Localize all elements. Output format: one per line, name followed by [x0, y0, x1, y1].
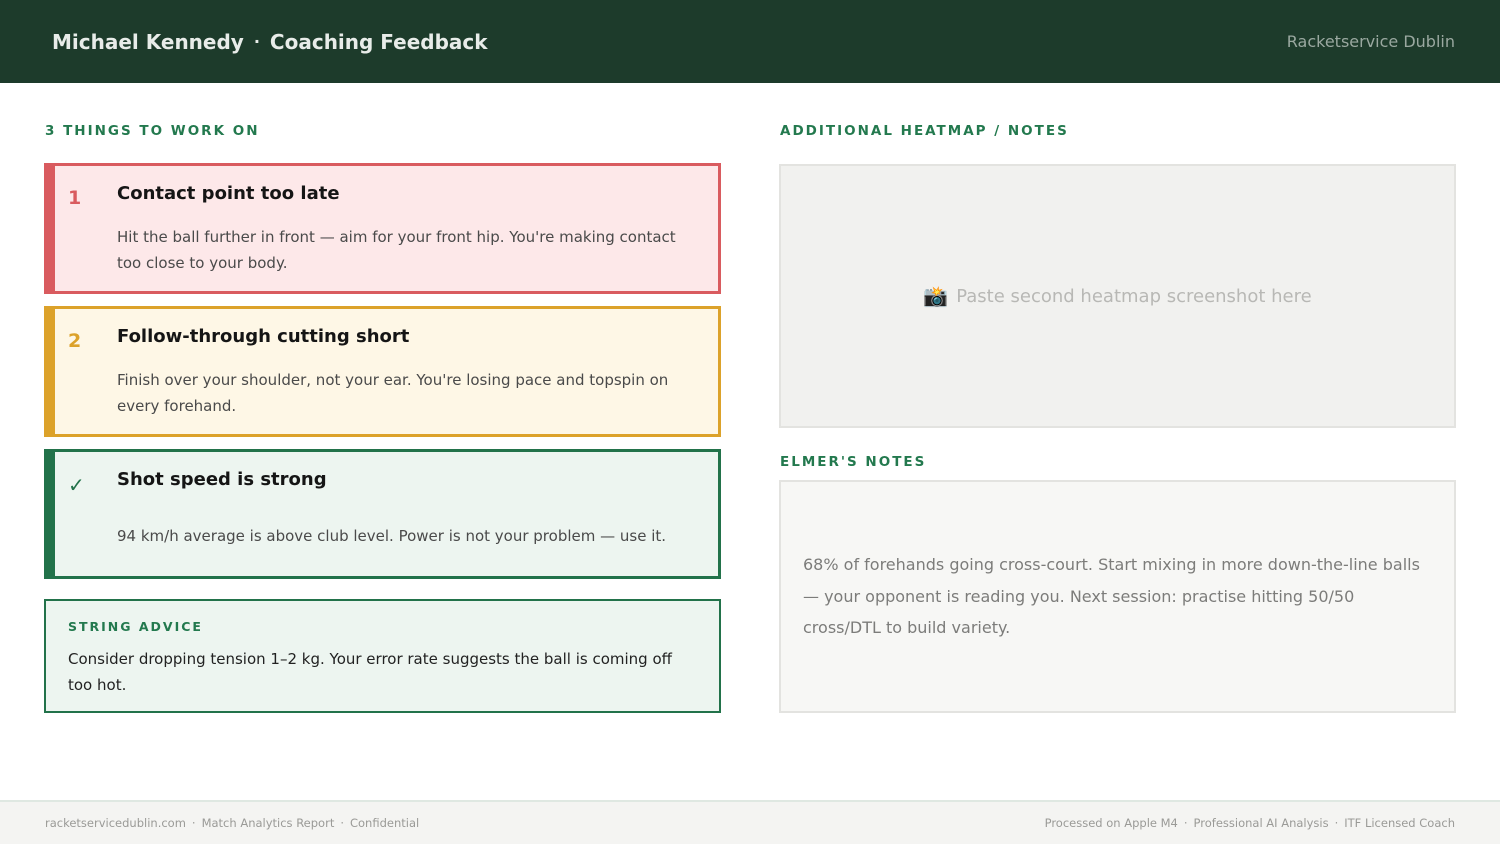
string-advice-box: STRING ADVICE Consider dropping tension … [44, 599, 721, 713]
checkmark-icon: ✓ [68, 473, 85, 497]
coach-notes-text: 68% of forehands going cross-court. Star… [803, 555, 1420, 638]
header-title: Michael Kennedy · Coaching Feedback [52, 30, 488, 54]
card-description: Hit the ball further in front — aim for … [117, 228, 676, 272]
player-name: Michael Kennedy [52, 29, 244, 54]
card-title: Shot speed is strong [117, 469, 327, 490]
card-title: Follow-through cutting short [117, 326, 410, 347]
card-description: 94 km/h average is above club level. Pow… [117, 527, 667, 545]
footer-right: Processed on Apple M4 · Professional AI … [1045, 816, 1455, 830]
footer-coach: ITF Licensed Coach [1344, 816, 1455, 830]
string-advice-text: Consider dropping tension 1–2 kg. Your e… [68, 650, 672, 694]
footer-separator: · [340, 816, 344, 830]
card-description: Finish over your shoulder, not your ear.… [117, 371, 669, 415]
app-header: Michael Kennedy · Coaching Feedback Rack… [0, 0, 1500, 83]
feedback-card-2: 2 Follow-through cutting short Finish ov… [44, 306, 721, 437]
feedback-card-3: ✓ Shot speed is strong 94 km/h average i… [44, 449, 721, 579]
header-separator: · [253, 32, 260, 51]
brand-name: Racketservice Dublin [1286, 32, 1455, 51]
page-footer: racketservicedublin.com · Match Analytic… [0, 800, 1500, 844]
feedback-card-1: 1 Contact point too late Hit the ball fu… [44, 163, 721, 294]
page-title: Coaching Feedback [269, 29, 488, 54]
footer-processed: Processed on Apple M4 [1044, 816, 1178, 830]
footer-confidential: Confidential [349, 816, 420, 830]
heatmap-section-label: ADDITIONAL HEATMAP / NOTES [780, 123, 1069, 139]
work-on-section-label: 3 THINGS TO WORK ON [45, 123, 260, 139]
footer-separator: · [191, 816, 196, 830]
footer-separator: · [1334, 816, 1339, 830]
card-title: Contact point too late [117, 183, 340, 204]
coach-notes-box[interactable]: 68% of forehands going cross-court. Star… [779, 480, 1456, 713]
notes-section-label: ELMER'S NOTES [780, 454, 927, 470]
footer-website: racketservicedublin.com [45, 816, 186, 830]
footer-analysis: Professional AI Analysis [1193, 816, 1329, 830]
heatmap-placeholder: Paste second heatmap screenshot here [956, 285, 1312, 307]
string-advice-label: STRING ADVICE [68, 619, 203, 634]
footer-separator: · [1183, 816, 1188, 830]
camera-icon: 📸 [923, 284, 949, 308]
heatmap-paste-area[interactable]: 📸 Paste second heatmap screenshot here [779, 164, 1456, 428]
footer-left: racketservicedublin.com · Match Analytic… [45, 816, 419, 830]
card-number: 1 [68, 187, 82, 209]
card-number: 2 [68, 330, 82, 352]
footer-report-type: Match Analytics Report [201, 816, 335, 830]
